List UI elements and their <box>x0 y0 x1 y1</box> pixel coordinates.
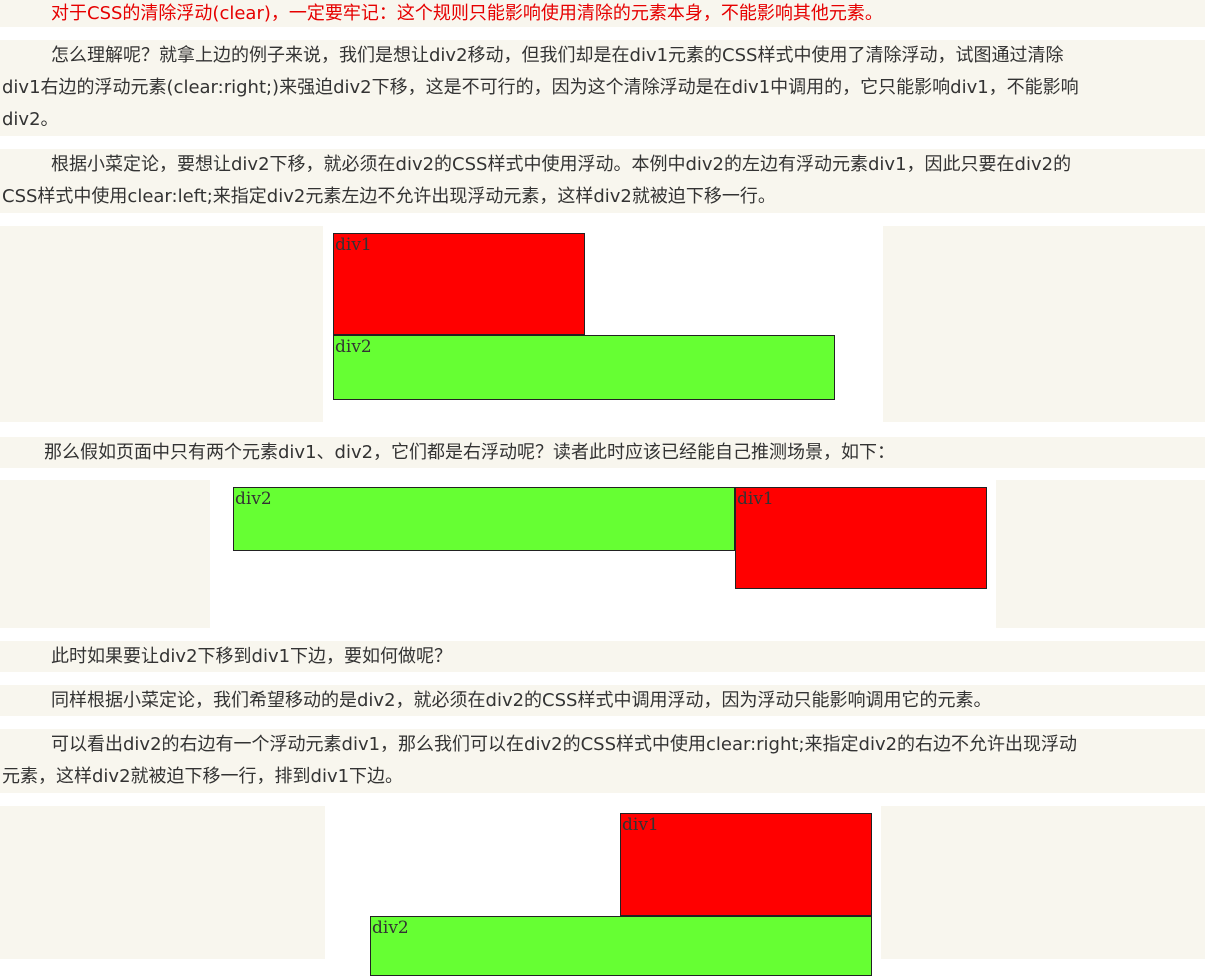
paragraph-text: 对于CSS的清除浮动(clear)，一定要牢记：这个规则只能影响使用清除的元素本… <box>51 3 883 24</box>
paragraph-line: div1右边的浮动元素(clear:right;)来强迫div2下移，这是不可行… <box>2 77 1079 98</box>
clear-rule-paragraph: 对于CSS的清除浮动(clear)，一定要牢记：这个规则只能影响使用清除的元素本… <box>0 0 1205 27</box>
paragraph-line: CSS样式中使用clear:left;来指定div2元素左边不允许出现浮动元素，… <box>2 186 776 207</box>
div1-label: div1 <box>737 489 774 509</box>
move-question: 此时如果要让div2下移到div1下边，要如何做呢？ <box>0 641 1205 672</box>
div2-box: div2 <box>333 335 835 400</box>
rule-recap-paragraph: 同样根据小菜定论，我们希望移动的是div2，就必须在div2的CSS样式中调用浮… <box>0 685 1205 716</box>
paragraph-line: 怎么理解呢？就拿上边的例子来说，我们是想让div2移动，但我们却是在div1元素… <box>51 45 1064 66</box>
paragraph-line: 可以看出div2的右边有一个浮动元素div1，那么我们可以在div2的CSS样式… <box>51 734 1078 755</box>
paragraph-line: 根据小菜定论，要想让div2下移，就必须在div2的CSS样式中使用浮动。本例中… <box>51 154 1072 175</box>
div1-box: div1 <box>620 813 872 916</box>
demo-both-right-float: div2 div1 <box>0 480 1205 628</box>
right-float-question: 那么假如页面中只有两个元素div1、div2，它们都是右浮动呢？读者此时应该已经… <box>0 437 1205 468</box>
div2-box: div2 <box>233 487 735 551</box>
div1-label: div1 <box>622 815 659 835</box>
paragraph-text: 此时如果要让div2下移到div1下边，要如何做呢？ <box>51 646 453 667</box>
paragraph-line: div2。 <box>2 109 59 130</box>
paragraph-text: 同样根据小菜定论，我们希望移动的是div2，就必须在div2的CSS样式中调用浮… <box>51 690 992 711</box>
div2-label: div2 <box>235 489 272 509</box>
explanation-paragraph: 怎么理解呢？就拿上边的例子来说，我们是想让div2移动，但我们却是在div1元素… <box>0 40 1205 136</box>
div2-box: div2 <box>370 916 872 976</box>
paragraph-text: 那么假如页面中只有两个元素div1、div2，它们都是右浮动呢？读者此时应该已经… <box>44 442 896 463</box>
div2-label: div2 <box>372 918 409 938</box>
div1-label: div1 <box>335 235 372 255</box>
clear-right-paragraph: 可以看出div2的右边有一个浮动元素div1，那么我们可以在div2的CSS样式… <box>0 729 1205 793</box>
paragraph-line: 元素，这样div2就被迫下移一行，排到div1下边。 <box>2 766 404 787</box>
demo-clear-left: div1 div2 <box>0 226 1205 422</box>
div2-label: div2 <box>335 337 372 357</box>
div1-box: div1 <box>333 233 585 335</box>
demo-clear-right: div1 div2 <box>0 806 1205 976</box>
div1-box: div1 <box>735 487 987 589</box>
rule-paragraph: 根据小菜定论，要想让div2下移，就必须在div2的CSS样式中使用浮动。本例中… <box>0 149 1205 213</box>
